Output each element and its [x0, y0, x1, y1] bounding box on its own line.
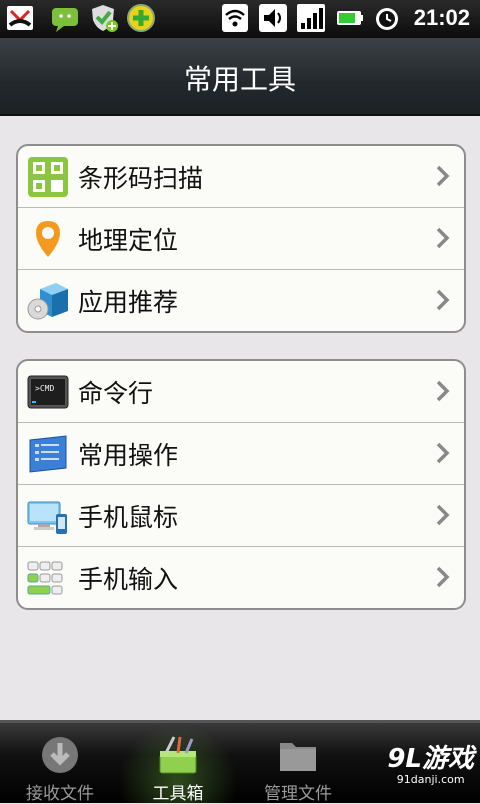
status-bar: 21:02 [0, 0, 480, 38]
watermark-brand: 9L游戏 [387, 744, 474, 774]
chevron-right-icon [436, 165, 450, 187]
toolbox-icon [159, 736, 197, 774]
cmd-terminal-icon: >CMD [27, 375, 69, 409]
list-item-command-line[interactable]: >CMD 命令行 [18, 361, 464, 423]
shield-check-icon [92, 5, 118, 32]
signal-3g-icon [297, 4, 325, 32]
phone-keyboard-icon [27, 561, 63, 595]
clock: 21:02 [413, 5, 470, 30]
volume-icon [259, 4, 287, 32]
barcode-scan-icon [28, 157, 68, 197]
list-item-label: 手机鼠标 [78, 503, 179, 532]
list-item-barcode-scan[interactable]: 条形码扫描 [18, 146, 464, 208]
tab-label: 接收文件 [26, 784, 94, 804]
list-item-app-recommend[interactable]: 应用推荐 [18, 270, 464, 331]
chevron-right-icon [436, 289, 450, 311]
location-pin-icon [36, 221, 60, 257]
tab-toolbox[interactable]: 工具箱 [118, 723, 238, 804]
page-title: 常用工具 [183, 63, 296, 96]
svg-text:>CMD: >CMD [35, 384, 54, 393]
tab-receive-files[interactable]: 接收文件 [0, 723, 120, 804]
tool-group-2: >CMD 命令行 常用操作 手机鼠标 手机输入 [16, 359, 466, 610]
list-item-common-operations[interactable]: 常用操作 [18, 423, 464, 485]
chevron-right-icon [436, 504, 450, 526]
list-item-phone-input[interactable]: 手机输入 [18, 547, 464, 608]
tool-group-1: 条形码扫描 地理定位 应用推荐 [16, 144, 466, 333]
missed-call-icon [7, 6, 33, 30]
tab-label: 工具箱 [152, 784, 204, 804]
list-item-label: 地理定位 [78, 226, 179, 255]
list-item-geolocation[interactable]: 地理定位 [18, 208, 464, 270]
chevron-right-icon [436, 227, 450, 249]
list-item-phone-mouse[interactable]: 手机鼠标 [18, 485, 464, 547]
chevron-right-icon [436, 442, 450, 464]
title-bar: 常用工具 [0, 38, 480, 116]
alarm-icon [376, 8, 398, 30]
list-item-label: 常用操作 [78, 441, 179, 470]
list-item-label: 手机输入 [78, 565, 179, 594]
list-item-label: 应用推荐 [78, 288, 179, 317]
phone-mouse-icon [27, 501, 67, 534]
operations-panel-icon [29, 435, 67, 473]
app-box-icon [27, 283, 68, 320]
tab-manage-files[interactable]: 管理文件 [238, 723, 358, 804]
download-icon [42, 737, 78, 773]
list-item-label: 命令行 [78, 379, 154, 408]
list-item-label: 条形码扫描 [78, 164, 204, 193]
chevron-right-icon [436, 566, 450, 588]
tab-label: 管理文件 [264, 784, 332, 804]
battery-icon [337, 11, 363, 25]
watermark-site: 91danji.com [396, 773, 465, 786]
bottom-tab-bar: 接收文件 工具箱 管理文件 9L游戏 91danji.com [0, 720, 480, 804]
plus-app-icon [127, 4, 155, 32]
chevron-right-icon [436, 380, 450, 402]
watermark-logo: 9L游戏 91danji.com [387, 745, 474, 786]
wifi-icon [222, 4, 248, 32]
sms-icon [52, 8, 78, 32]
folder-icon [280, 743, 316, 771]
